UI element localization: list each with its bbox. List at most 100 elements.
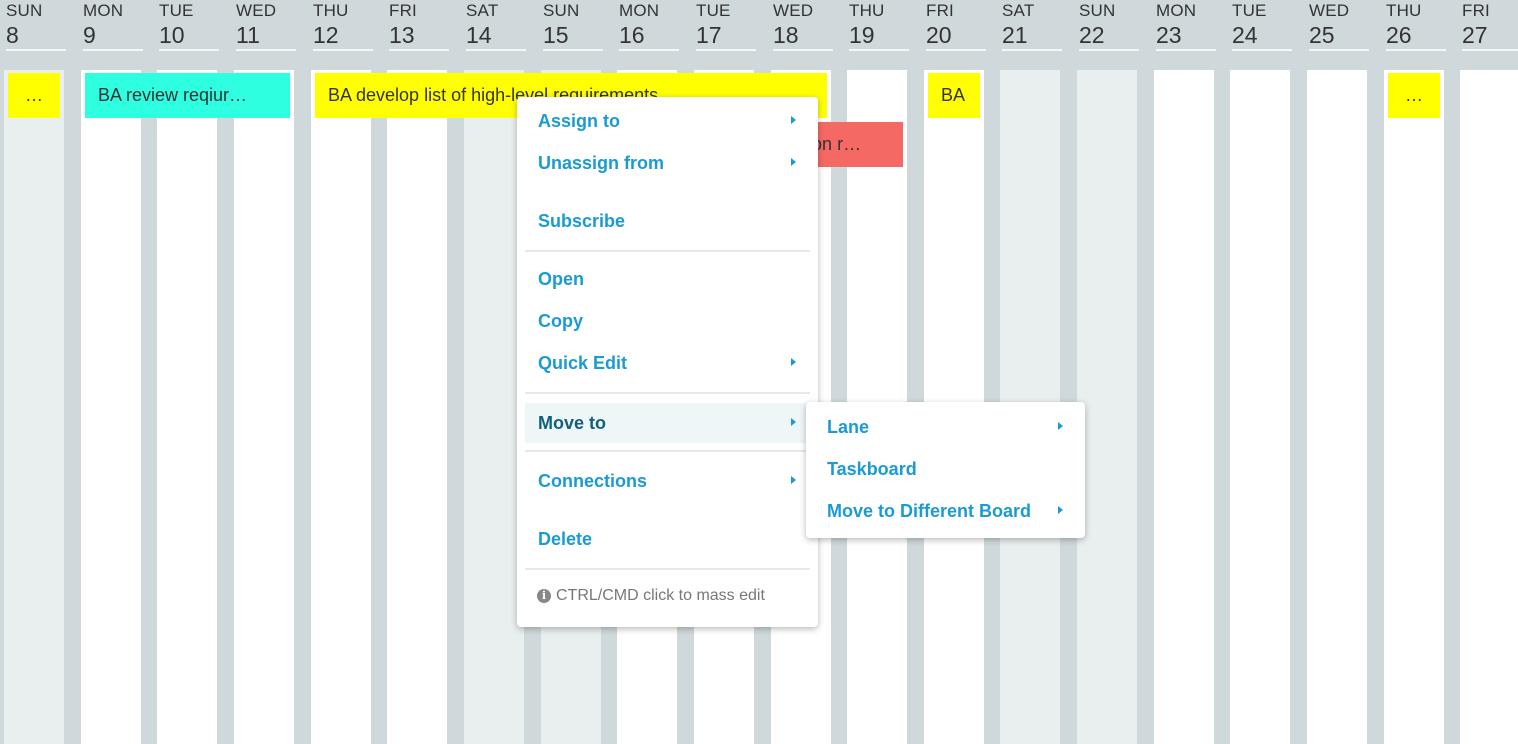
day-of-week-label: SAT xyxy=(1002,1,1035,20)
menu-item-label: Open xyxy=(538,269,585,289)
day-number-label: 22 xyxy=(1079,22,1105,48)
day-of-week-label: SAT xyxy=(466,1,499,20)
mass-edit-hint: i CTRL/CMD click to mass edit xyxy=(537,587,765,605)
day-number-label: 19 xyxy=(849,22,875,48)
day-number-label: 9 xyxy=(83,22,96,48)
menu-divider xyxy=(525,450,810,452)
day-number-label: 24 xyxy=(1232,22,1258,48)
menu-item-unassign-from[interactable]: Unassign from xyxy=(525,143,810,183)
menu-item-label: Subscribe xyxy=(538,211,626,231)
header-underline xyxy=(1386,49,1446,51)
task-card[interactable]: … xyxy=(8,73,60,118)
day-header: MON 23 xyxy=(1156,0,1216,52)
header-underline xyxy=(849,49,909,51)
submenu-arrow-icon xyxy=(791,116,796,124)
menu-item-move-to[interactable]: Move to xyxy=(525,403,810,443)
header-underline xyxy=(159,49,219,51)
header-underline xyxy=(389,49,449,51)
day-number-label: 12 xyxy=(313,22,339,48)
submenu-arrow-icon xyxy=(791,476,796,484)
weekend-day-column[interactable] xyxy=(4,70,64,744)
menu-item-label: Move to Different Board xyxy=(827,501,1032,521)
task-card[interactable]: … xyxy=(1388,73,1440,118)
day-of-week-label: FRI xyxy=(926,1,954,20)
menu-item-quick-edit[interactable]: Quick Edit xyxy=(525,343,810,383)
menu-item-connections[interactable]: Connections xyxy=(525,461,810,501)
day-column[interactable] xyxy=(234,70,294,744)
task-card[interactable]: BA review reqiur… xyxy=(85,73,290,118)
day-of-week-label: FRI xyxy=(389,1,417,20)
header-underline xyxy=(1232,49,1292,51)
header-underline xyxy=(696,49,756,51)
day-number-label: 13 xyxy=(389,22,415,48)
menu-item-assign-to[interactable]: Assign to xyxy=(525,101,810,141)
calendar-board: SUN 8 MON 9 TUE 10 WED 11 THU 12 FRI 13 SAT 14 SUN 15 MO… xyxy=(0,0,1518,744)
day-number-label: 17 xyxy=(696,22,722,48)
submenu-item-lane[interactable]: Lane xyxy=(814,407,1077,447)
header-underline xyxy=(83,49,143,51)
header-underline xyxy=(466,49,526,51)
day-header: TUE 24 xyxy=(1232,0,1292,52)
day-column[interactable] xyxy=(81,70,141,744)
day-number-label: 11 xyxy=(236,22,260,48)
day-of-week-label: WED xyxy=(773,1,814,20)
submenu-arrow-icon xyxy=(1058,422,1063,430)
day-of-week-label: MON xyxy=(619,1,660,20)
menu-item-subscribe[interactable]: Subscribe xyxy=(525,201,810,241)
header-underline xyxy=(1002,49,1062,51)
day-header: SUN 15 xyxy=(543,0,603,52)
submenu-arrow-icon xyxy=(791,418,796,426)
day-number-label: 10 xyxy=(159,22,185,48)
day-of-week-label: SUN xyxy=(543,1,580,20)
header-underline xyxy=(543,49,603,51)
submenu-item-taskboard[interactable]: Taskboard xyxy=(814,449,1077,489)
weekend-day-column[interactable] xyxy=(1077,70,1137,744)
header-underline xyxy=(1156,49,1216,51)
day-number-label: 25 xyxy=(1309,22,1335,48)
day-of-week-label: SUN xyxy=(1079,1,1116,20)
day-number-label: 26 xyxy=(1386,22,1412,48)
day-header: THU 19 xyxy=(849,0,909,52)
day-header: THU 26 xyxy=(1386,0,1446,52)
day-header: MON 16 xyxy=(619,0,679,52)
day-column[interactable] xyxy=(1307,70,1367,744)
day-column[interactable] xyxy=(387,70,447,744)
day-column[interactable] xyxy=(157,70,217,744)
day-of-week-label: TUE xyxy=(1232,1,1267,20)
day-column[interactable] xyxy=(1460,70,1518,744)
day-column[interactable] xyxy=(1230,70,1290,744)
menu-item-label: Connections xyxy=(538,471,648,491)
day-header: THU 12 xyxy=(313,0,373,52)
weekend-day-column[interactable] xyxy=(464,70,524,744)
day-header: WED 18 xyxy=(773,0,833,52)
day-number-label: 20 xyxy=(926,22,952,48)
submenu-arrow-icon xyxy=(791,358,796,366)
day-of-week-label: WED xyxy=(236,1,277,20)
header-underline xyxy=(313,49,373,51)
task-card[interactable]: BA xyxy=(928,73,980,118)
day-number-label: 27 xyxy=(1462,22,1488,48)
submenu-item-move-to-different-board[interactable]: Move to Different Board xyxy=(814,491,1077,531)
day-header: FRI 13 xyxy=(389,0,449,52)
day-column[interactable] xyxy=(1154,70,1214,744)
day-number-label: 14 xyxy=(466,22,492,48)
day-column[interactable] xyxy=(311,70,371,744)
day-header: FRI 27 xyxy=(1462,0,1518,52)
menu-item-copy[interactable]: Copy xyxy=(525,301,810,341)
day-number-label: 8 xyxy=(6,22,19,48)
day-of-week-label: WED xyxy=(1309,1,1350,20)
menu-item-label: Quick Edit xyxy=(538,353,628,373)
menu-item-label: Copy xyxy=(538,311,583,331)
day-column[interactable] xyxy=(1384,70,1444,744)
day-of-week-label: THU xyxy=(849,1,885,20)
info-circle-icon: i xyxy=(537,589,551,603)
header-underline xyxy=(236,49,296,51)
menu-item-label: Move to xyxy=(538,413,607,433)
menu-item-delete[interactable]: Delete xyxy=(525,519,810,559)
menu-item-open[interactable]: Open xyxy=(525,259,810,299)
day-number-label: 18 xyxy=(773,22,799,48)
menu-item-label: Lane xyxy=(827,417,870,437)
day-header: SUN 22 xyxy=(1079,0,1139,52)
day-header: SAT 21 xyxy=(1002,0,1062,52)
card-context-menu: Assign to Unassign from Subscribe Open C… xyxy=(517,97,818,627)
